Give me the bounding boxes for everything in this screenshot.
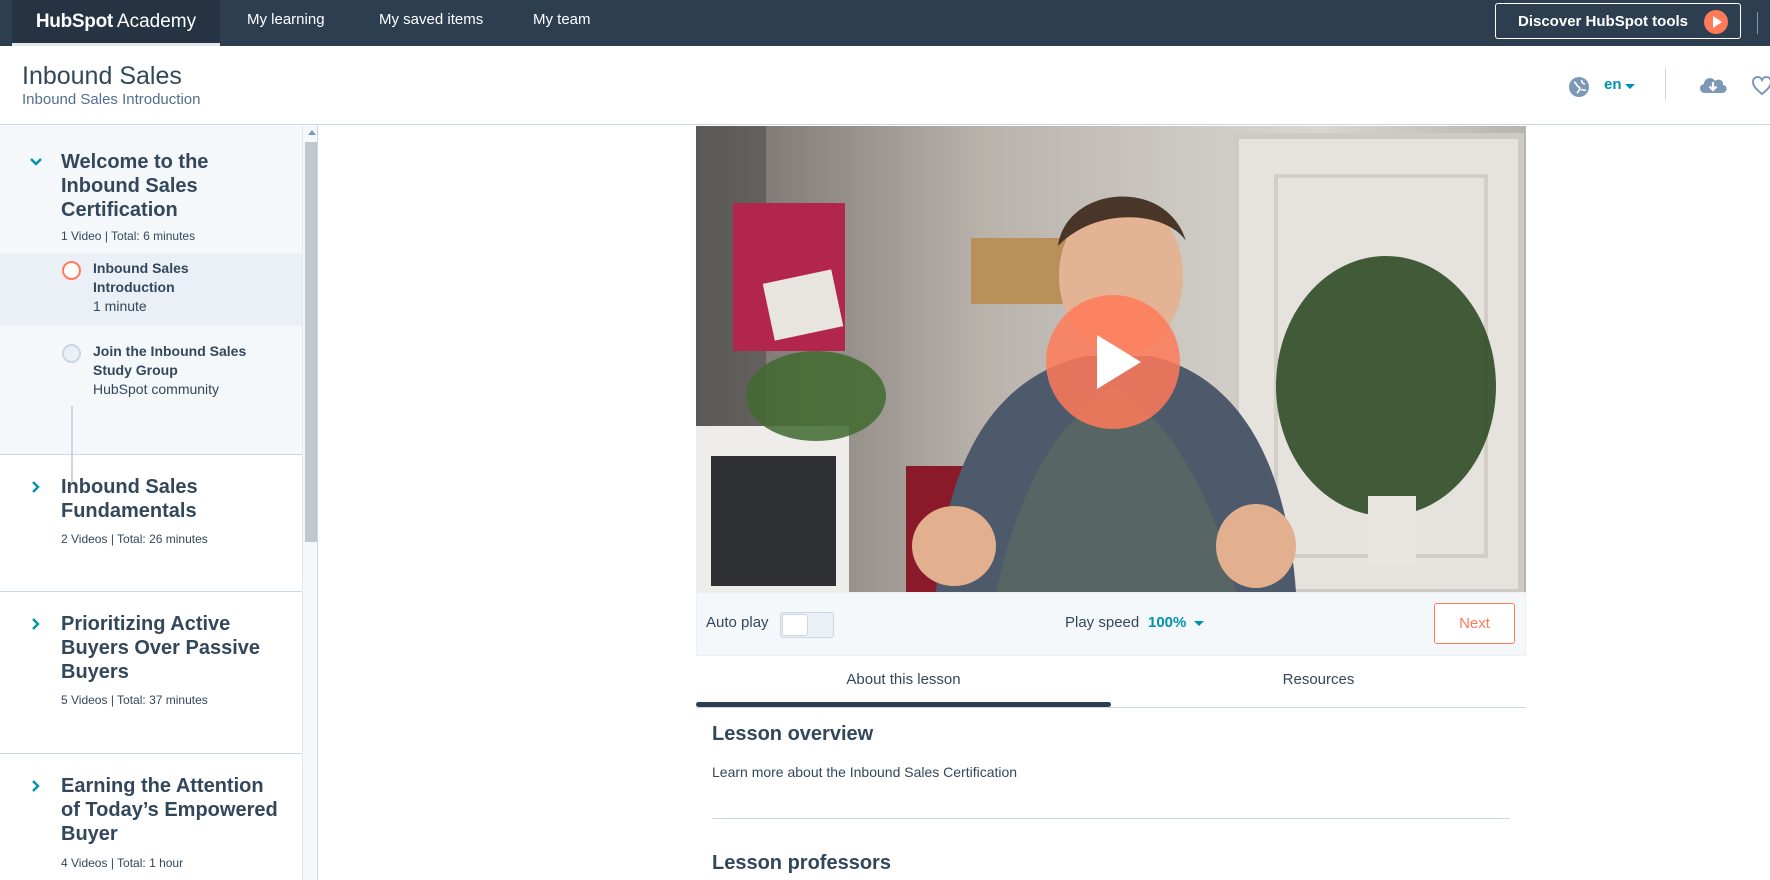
course-header: Inbound Sales Inbound Sales Introduction…: [0, 46, 1770, 125]
module-meta: 1 Video | Total: 6 minutes: [61, 229, 196, 243]
play-speed-dropdown[interactable]: 100%: [1148, 614, 1186, 631]
sidebar-scrollbar[interactable]: [302, 126, 317, 880]
chevron-down-icon: [30, 158, 42, 166]
module-list: Welcome to the Inbound Sales Certificati…: [0, 126, 302, 880]
top-navigation: HubSpot Academy My learning My saved ite…: [0, 0, 1770, 46]
discover-hubspot-tools-button[interactable]: Discover HubSpot tools: [1495, 3, 1741, 39]
module-title: Earning the Attention of Today’s Empower…: [61, 775, 278, 845]
tab-resources[interactable]: Resources: [1111, 660, 1526, 707]
chevron-right-icon: [32, 618, 40, 630]
next-button[interactable]: Next: [1434, 603, 1515, 644]
lesson-progress-icon: [62, 344, 81, 363]
nav-my-learning[interactable]: My learning: [247, 0, 325, 42]
scroll-up-arrow-icon[interactable]: [308, 130, 316, 135]
module-title: Welcome to the Inbound Sales Certificati…: [61, 151, 209, 221]
play-speed-label: Play speed: [1065, 614, 1140, 631]
brand-name: HubSpot: [35, 10, 113, 32]
autoplay-label: Auto play: [706, 614, 769, 631]
active-tab-indicator: [696, 702, 1111, 707]
nav-my-saved-items[interactable]: My saved items: [379, 0, 483, 42]
scrollbar-thumb[interactable]: [305, 142, 317, 542]
chevron-right-icon: [32, 481, 40, 493]
module-title: Prioritizing Active Buyers Over Passive …: [61, 613, 261, 683]
language-selector[interactable]: en: [1604, 76, 1622, 93]
play-button-icon[interactable]: [1046, 295, 1180, 429]
chevron-down-icon: [1625, 84, 1635, 89]
lesson-overview-text: Learn more about the Inbound Sales Certi…: [712, 764, 1018, 780]
tab-about-this-lesson[interactable]: About this lesson: [696, 660, 1111, 707]
lesson-subtitle: Inbound Sales Introduction: [22, 91, 201, 108]
discover-label: Discover HubSpot tools: [1518, 12, 1689, 30]
nav-divider: [1757, 12, 1758, 34]
lesson-source: HubSpot community: [93, 381, 220, 397]
module-prioritizing-buyers[interactable]: Prioritizing Active Buyers Over Passive …: [0, 592, 302, 754]
globe-icon[interactable]: [1568, 76, 1590, 98]
download-cloud-icon[interactable]: [1697, 72, 1729, 98]
lesson-duration: 1 minute: [93, 298, 147, 314]
module-title: Inbound Sales Fundamentals: [61, 476, 198, 522]
heart-icon[interactable]: [1752, 72, 1770, 98]
course-title: Inbound Sales: [22, 62, 182, 90]
lesson-title: Inbound Sales Introduction: [93, 260, 189, 295]
lesson-progress-icon: [62, 261, 81, 280]
player-controls: Auto play Play speed 100% Next: [696, 592, 1526, 656]
module-meta: 5 Videos | Total: 37 minutes: [61, 693, 208, 707]
brand-suffix: Academy: [116, 10, 197, 32]
curriculum-sidebar: Welcome to the Inbound Sales Certificati…: [0, 126, 318, 880]
chevron-right-icon: [32, 780, 40, 792]
chevron-down-icon: [1194, 621, 1204, 626]
nav-my-team[interactable]: My team: [533, 0, 591, 42]
module-fundamentals[interactable]: Inbound Sales Fundamentals 2 Videos | To…: [0, 455, 302, 592]
lesson-overview-heading: Lesson overview: [712, 723, 874, 745]
lesson-tabs: About this lesson Resources: [696, 660, 1526, 708]
module-meta: 4 Videos | Total: 1 hour: [61, 856, 184, 870]
toggle-knob: [782, 614, 808, 636]
header-divider: [1665, 68, 1666, 100]
lesson-professors-heading: Lesson professors: [712, 852, 891, 874]
section-divider: [712, 818, 1510, 819]
play-icon: [1704, 10, 1728, 34]
module-meta: 2 Videos | Total: 26 minutes: [61, 532, 208, 546]
autoplay-toggle[interactable]: [780, 612, 834, 638]
lesson-item-inbound-sales-introduction[interactable]: Inbound Sales Introduction 1 minute: [0, 253, 302, 326]
module-earning-attention[interactable]: Earning the Attention of Today’s Empower…: [0, 754, 302, 880]
lesson-item-study-group[interactable]: Join the Inbound Sales Study Group HubSp…: [0, 336, 302, 409]
hubspot-academy-logo[interactable]: HubSpot Academy: [12, 0, 220, 46]
lesson-title: Join the Inbound Sales Study Group: [93, 343, 247, 378]
